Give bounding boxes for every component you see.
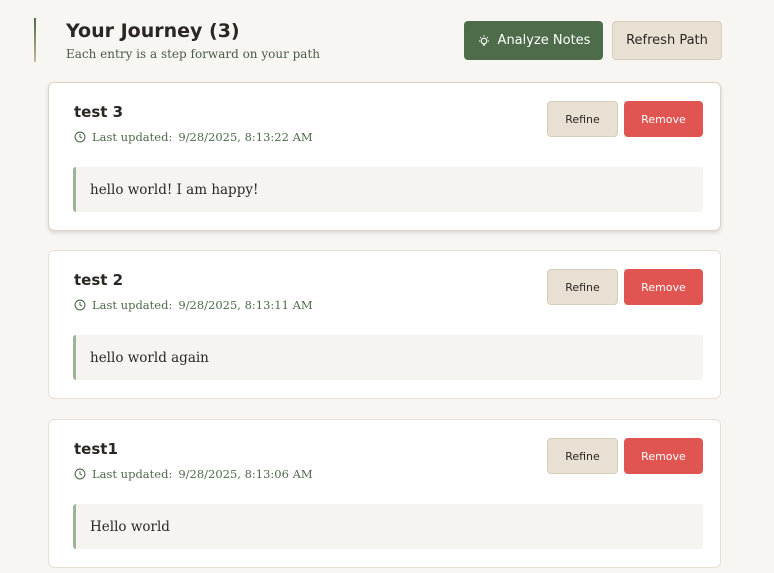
journey-page: Your Journey (3) Each entry is a step fo… <box>0 0 774 573</box>
clock-icon <box>74 468 86 480</box>
entry-note-text: hello world again <box>73 335 703 380</box>
refine-button[interactable]: Refine <box>547 438 618 474</box>
refine-button[interactable]: Refine <box>547 269 618 305</box>
updated-time: 9/28/2025, 8:13:22 AM <box>178 130 313 144</box>
lightbulb-icon <box>478 34 489 46</box>
journey-entry: test 3 Last updated: 9/28/2025, 8:13:22 … <box>48 82 721 231</box>
refresh-path-button[interactable]: Refresh Path <box>612 21 722 60</box>
remove-button[interactable]: Remove <box>624 438 703 474</box>
updated-time: 9/28/2025, 8:13:11 AM <box>178 298 313 312</box>
updated-prefix: Last updated: <box>92 467 173 481</box>
updated-prefix: Last updated: <box>92 298 173 312</box>
entry-note-text: hello world! I am happy! <box>73 167 703 212</box>
page-title: Your Journey (3) <box>66 20 240 42</box>
analyze-notes-button[interactable]: Analyze Notes <box>464 21 603 60</box>
clock-icon <box>74 131 86 143</box>
clock-icon <box>74 299 86 311</box>
journey-header: Your Journey (3) Each entry is a step fo… <box>34 18 722 64</box>
page-subtitle: Each entry is a step forward on your pat… <box>66 47 321 61</box>
remove-button[interactable]: Remove <box>624 101 703 137</box>
analyze-notes-label: Analyze Notes <box>497 33 591 48</box>
entry-title: test 3 <box>74 103 124 121</box>
journey-entry: test1 Last updated: 9/28/2025, 8:13:06 A… <box>48 419 721 568</box>
refine-button[interactable]: Refine <box>547 101 618 137</box>
header-accent-bar <box>34 18 36 62</box>
updated-time: 9/28/2025, 8:13:06 AM <box>178 467 313 481</box>
remove-button[interactable]: Remove <box>624 269 703 305</box>
entry-title: test1 <box>74 440 118 458</box>
journey-entry: test 2 Last updated: 9/28/2025, 8:13:11 … <box>48 250 721 399</box>
entry-note-text: Hello world <box>73 504 703 549</box>
entry-last-updated: Last updated: 9/28/2025, 8:13:11 AM <box>74 298 313 312</box>
entry-last-updated: Last updated: 9/28/2025, 8:13:06 AM <box>74 467 313 481</box>
entry-title: test 2 <box>74 271 124 289</box>
updated-prefix: Last updated: <box>92 130 173 144</box>
entry-last-updated: Last updated: 9/28/2025, 8:13:22 AM <box>74 130 313 144</box>
